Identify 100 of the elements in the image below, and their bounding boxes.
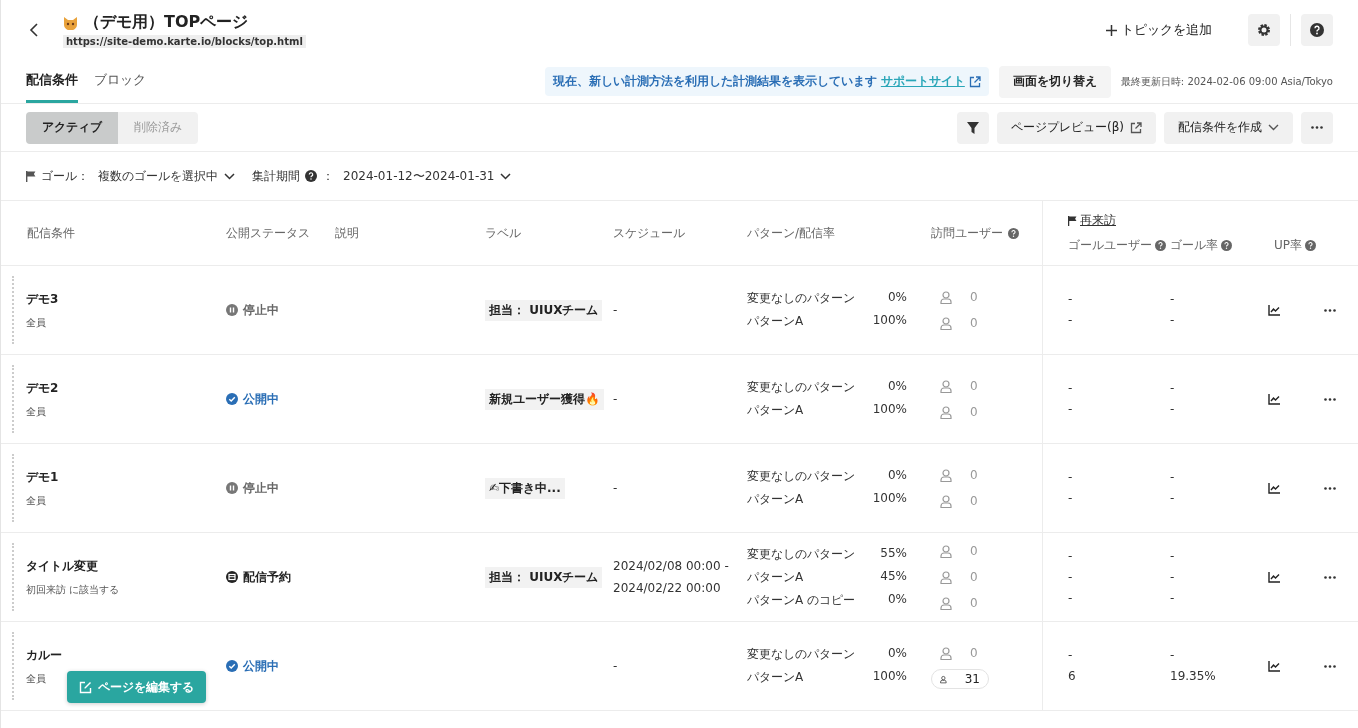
- help-icon[interactable]: [1221, 240, 1232, 251]
- goal-users-value: -: [1068, 292, 1073, 307]
- caret-icon: [500, 172, 512, 180]
- help-button[interactable]: [1301, 14, 1333, 46]
- drag-handle[interactable]: [12, 365, 14, 433]
- last-updated: 最終更新日時: 2024-02-06 09:00 Asia/Tokyo: [1120, 74, 1333, 89]
- create-condition-button[interactable]: 配信条件を作成: [1164, 111, 1293, 144]
- help-icon[interactable]: [1155, 240, 1166, 251]
- more-icon[interactable]: [1324, 575, 1336, 579]
- target-audience: 全員: [26, 493, 47, 508]
- target-audience: 初回来訪 に該当する: [26, 582, 120, 597]
- caret-icon: [224, 172, 235, 180]
- schedule-text: -: [613, 659, 618, 673]
- goal-rate-value: 19.35%: [1170, 669, 1217, 684]
- more-icon[interactable]: [1324, 486, 1336, 490]
- pattern-name: 変更なしのパターン: [747, 290, 855, 307]
- help-icon[interactable]: [305, 170, 317, 182]
- more-icon[interactable]: [1324, 664, 1336, 668]
- help-icon[interactable]: [1008, 227, 1019, 239]
- page-preview-button[interactable]: ページプレビュー(β): [996, 111, 1156, 144]
- user-icon: [940, 494, 952, 508]
- schedule-text: 2024/02/08 00:00 -: [613, 559, 729, 573]
- pattern-name: パターンA のコピー: [747, 591, 856, 609]
- tab[interactable]: ブロック: [94, 60, 146, 103]
- user-icon: [940, 596, 952, 610]
- condition-name: デモ2: [26, 379, 59, 397]
- user-icon: [940, 570, 952, 584]
- goal-users-value: -: [1068, 491, 1073, 506]
- column-header: スケジュール: [613, 224, 685, 242]
- user-count: 0: [970, 405, 978, 419]
- add-topic-button[interactable]: トピックを追加: [1100, 20, 1218, 40]
- goal-rate-value: -: [1170, 470, 1176, 485]
- column-header: ラベル: [485, 224, 521, 242]
- user-icon: [940, 290, 952, 304]
- pattern-name: 変更なしのパターン: [747, 468, 855, 485]
- goal-rate-value: -: [1170, 292, 1176, 307]
- plus-icon: [1106, 24, 1117, 36]
- tab[interactable]: 配信条件: [26, 60, 78, 103]
- pattern-name: 変更なしのパターン: [747, 545, 855, 563]
- goal-users-value: -: [1068, 381, 1073, 396]
- pattern-name: パターンA: [747, 402, 804, 419]
- user-icon: [940, 468, 952, 482]
- pattern-name: パターンA: [747, 313, 804, 330]
- settings-button[interactable]: [1248, 14, 1280, 46]
- period-separator: ：: [322, 167, 334, 185]
- goal-rate-value: -: [1170, 313, 1176, 328]
- delivery-rate: 100%: [872, 491, 907, 507]
- more-icon[interactable]: [1324, 308, 1336, 312]
- edit-icon: [79, 680, 92, 694]
- help-icon: [1310, 23, 1324, 37]
- chart-icon[interactable]: [1267, 393, 1280, 405]
- settings-icon: [1257, 23, 1271, 37]
- goal-rate-value: -: [1170, 548, 1176, 564]
- chart-icon[interactable]: [1267, 571, 1280, 583]
- delivery-rate: 45%: [880, 568, 907, 585]
- condition-name: デモ1: [26, 468, 59, 486]
- label-tag: 新規ユーザー獲得🔥: [485, 388, 604, 410]
- drag-handle[interactable]: [12, 276, 14, 344]
- delivery-rate: 0%: [887, 379, 907, 395]
- user-count: 31: [964, 672, 980, 686]
- delivery-rate: 55%: [880, 545, 907, 562]
- filter-button[interactable]: [956, 111, 989, 144]
- pattern-name: 変更なしのパターン: [747, 379, 855, 396]
- goal-users-value: -: [1068, 470, 1073, 485]
- user-count: 0: [970, 596, 978, 610]
- help-icon[interactable]: [1305, 240, 1317, 251]
- column-header: 配信条件: [27, 224, 75, 242]
- goal-label: ゴール：: [41, 167, 89, 185]
- period-dropdown[interactable]: 2024-01-12〜2024-01-31: [339, 167, 516, 185]
- goal-users-value: -: [1068, 648, 1073, 663]
- chart-icon[interactable]: [1267, 304, 1280, 316]
- goal-users-value: -: [1068, 548, 1073, 564]
- target-audience: 全員: [26, 404, 47, 419]
- pattern-name: パターンA: [747, 491, 804, 508]
- flag-icon: [26, 170, 36, 182]
- user-icon: [940, 379, 952, 393]
- schedule-text: 2024/02/22 00:00: [613, 581, 721, 595]
- user-count: 0: [970, 379, 978, 393]
- user-count: 0: [970, 290, 978, 304]
- drag-handle[interactable]: [12, 454, 14, 522]
- more-icon[interactable]: [1324, 397, 1336, 401]
- delivery-rate: 0%: [887, 290, 907, 306]
- segment-button[interactable]: アクティブ: [26, 111, 118, 144]
- status-text: 配信予約: [243, 568, 291, 586]
- chart-icon[interactable]: [1267, 660, 1280, 672]
- goal-group-link[interactable]: 再来訪: [1080, 212, 1116, 229]
- user-icon: [940, 544, 952, 558]
- delivery-rate: 0%: [887, 468, 907, 484]
- more-icon: [1311, 126, 1323, 129]
- user-count: 0: [970, 544, 978, 558]
- target-audience: 全員: [26, 671, 47, 686]
- goal-users-value: -: [1068, 313, 1073, 328]
- external-link-icon: [1130, 121, 1142, 134]
- switch-view-button[interactable]: 画面を切り替え: [998, 65, 1111, 98]
- goal-dropdown[interactable]: 複数のゴールを選択中: [94, 167, 239, 185]
- back-icon[interactable]: [29, 23, 39, 37]
- chart-icon[interactable]: [1267, 482, 1280, 494]
- goal-rate-value: -: [1170, 491, 1176, 506]
- drag-handle[interactable]: [12, 543, 14, 611]
- drag-handle[interactable]: [12, 632, 14, 700]
